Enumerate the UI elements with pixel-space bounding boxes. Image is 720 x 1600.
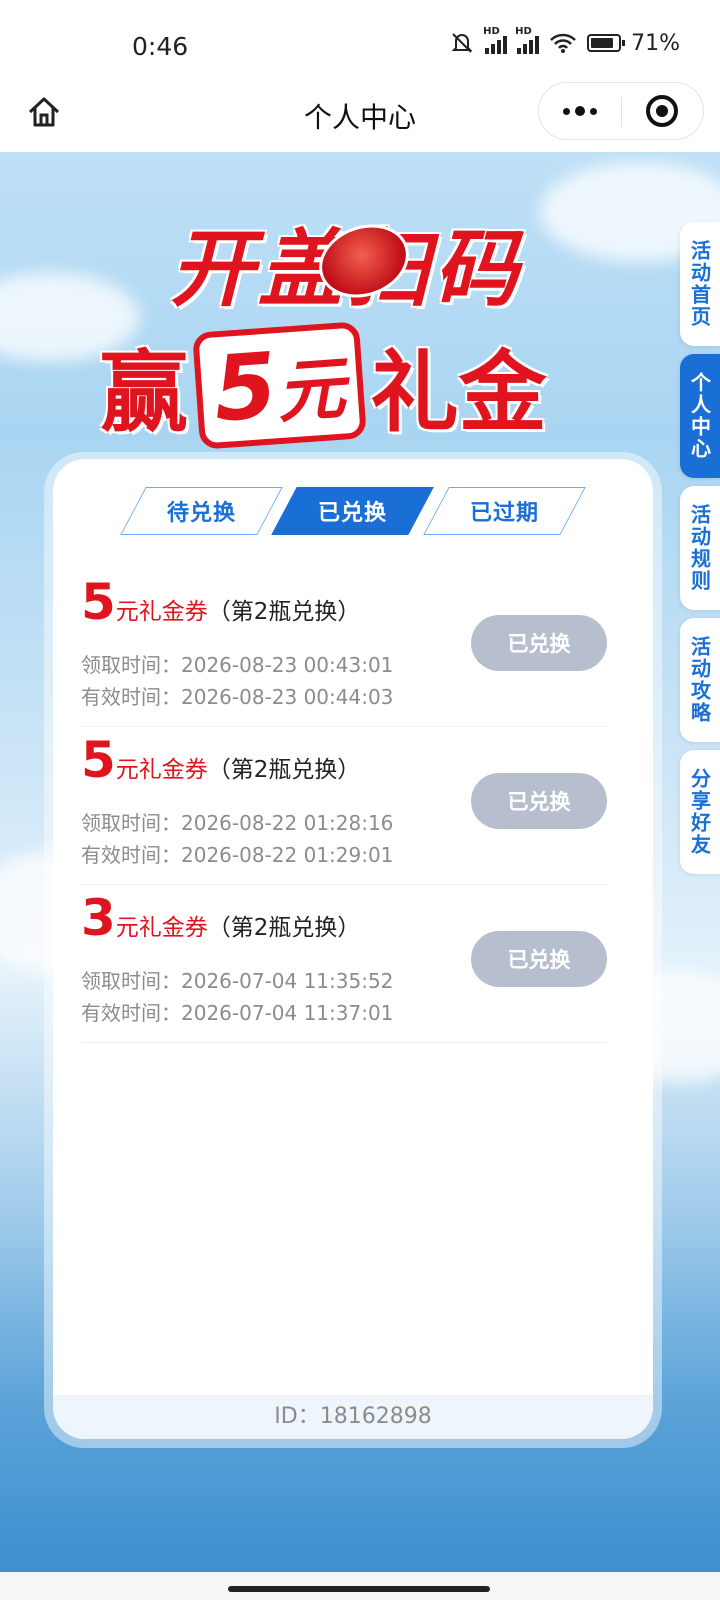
mini-program-capsule	[538, 82, 704, 140]
list-item: 5元礼金券（第2瓶兑换） 领取时间：2026-08-22 01:28:16 有效…	[81, 727, 607, 885]
redeemed-button[interactable]: 已兑换	[471, 931, 607, 987]
signal-1-icon: HD	[483, 26, 508, 54]
banner-gift-text: 礼金	[370, 341, 547, 444]
tab-redeemed[interactable]: 已兑换	[271, 487, 435, 535]
user-id: ID：18162898	[53, 1395, 653, 1439]
coupon-valid-time: 有效时间：2026-08-23 00:44:03	[81, 685, 394, 709]
tab-label: 待兑换	[167, 501, 237, 526]
side-tab-home[interactable]: 活动首页	[680, 222, 720, 346]
close-button[interactable]	[621, 83, 703, 139]
redeemed-button-label: 已兑换	[507, 948, 571, 972]
redeemed-button[interactable]: 已兑换	[471, 615, 607, 671]
list-item: 3元礼金券（第2瓶兑换） 领取时间：2026-07-04 11:35:52 有效…	[81, 885, 607, 1043]
redeemed-button[interactable]: 已兑换	[471, 773, 607, 829]
more-dot-icon	[590, 107, 597, 115]
coupon-note: （第2瓶兑换）	[207, 915, 361, 941]
wifi-icon	[550, 33, 576, 53]
coupon-receive-time: 领取时间：2026-08-22 01:28:16	[81, 811, 394, 835]
side-tab-guide[interactable]: 活动攻略	[680, 618, 720, 742]
mute-bell-icon	[451, 33, 473, 53]
banner-subline: 赢 5 元 礼金	[100, 321, 547, 450]
side-tab-label: 活动首页	[687, 240, 712, 328]
status-icons: HD HD 71%	[449, 26, 680, 56]
coupon-note: （第2瓶兑换）	[207, 599, 361, 625]
coupon-amount: 5	[81, 573, 116, 631]
coupon-title: 5元礼金券（第2瓶兑换）	[81, 731, 360, 789]
side-tab-share[interactable]: 分享好友	[680, 750, 720, 874]
status-bar: 0:46 HD HD 71%	[0, 0, 720, 80]
side-tab-label: 个人中心	[687, 372, 712, 460]
coupon-unit: 元礼金券	[115, 757, 208, 783]
coupon-unit: 元礼金券	[115, 599, 208, 625]
more-dot-icon	[575, 106, 585, 116]
coupon-list: 5元礼金券（第2瓶兑换） 领取时间：2026-08-23 00:43:01 有效…	[81, 569, 607, 1043]
coupon-receive-time: 领取时间：2026-07-04 11:35:52	[81, 969, 394, 993]
coupon-card: 待兑换 已兑换 已过期 5元礼金券（第2瓶兑换） 领取时间：2026-08-23…	[53, 459, 653, 1439]
promo-banner: 开盖扫码 赢 5 元 礼金	[100, 192, 620, 450]
banner-amount: 5	[210, 333, 281, 443]
banner-win-text: 赢	[100, 341, 189, 444]
list-item: 5元礼金券（第2瓶兑换） 领取时间：2026-08-23 00:43:01 有效…	[81, 569, 607, 727]
side-tab-label: 分享好友	[687, 768, 712, 856]
battery-icon	[587, 34, 626, 52]
main-content: 开盖扫码 赢 5 元 礼金 活动首页 个人中心 活动规则 活动攻略 分享好友 待…	[0, 152, 720, 1572]
redeemed-button-label: 已兑换	[507, 790, 571, 814]
banner-amount-box: 5 元	[192, 321, 367, 450]
redeemed-button-label: 已兑换	[507, 632, 571, 656]
coupon-unit: 元礼金券	[115, 915, 208, 941]
battery-level: 71%	[631, 30, 680, 56]
coupon-note: （第2瓶兑换）	[207, 757, 361, 783]
coupon-valid-time: 有效时间：2026-08-22 01:29:01	[81, 843, 394, 867]
coupon-receive-time: 领取时间：2026-08-23 00:43:01	[81, 653, 394, 677]
more-button[interactable]	[539, 83, 621, 139]
close-target-icon	[646, 95, 678, 127]
coupon-valid-time: 有效时间：2026-07-04 11:37:01	[81, 1001, 394, 1025]
banner-unit: 元	[274, 349, 348, 434]
home-indicator[interactable]	[228, 1586, 490, 1592]
signal-2-icon: HD	[515, 26, 540, 54]
tab-label: 已兑换	[318, 501, 388, 526]
coupon-amount: 5	[81, 731, 116, 789]
side-tab-profile[interactable]: 个人中心	[680, 354, 720, 478]
coupon-title: 3元礼金券（第2瓶兑换）	[81, 889, 360, 947]
more-dot-icon	[563, 107, 570, 115]
tab-label: 已过期	[469, 501, 539, 526]
tab-pending[interactable]: 待兑换	[120, 487, 284, 535]
side-nav: 活动首页 个人中心 活动规则 活动攻略 分享好友	[680, 222, 720, 882]
nav-bar: 个人中心	[0, 80, 720, 152]
side-tab-rules[interactable]: 活动规则	[680, 486, 720, 610]
side-tab-label: 活动攻略	[687, 636, 712, 724]
coupon-title: 5元礼金券（第2瓶兑换）	[81, 573, 360, 631]
coupon-status-tabs: 待兑换 已兑换 已过期	[120, 487, 586, 535]
tab-expired[interactable]: 已过期	[422, 487, 586, 535]
coupon-amount: 3	[81, 889, 116, 947]
status-time: 0:46	[132, 32, 189, 61]
side-tab-label: 活动规则	[687, 504, 712, 592]
